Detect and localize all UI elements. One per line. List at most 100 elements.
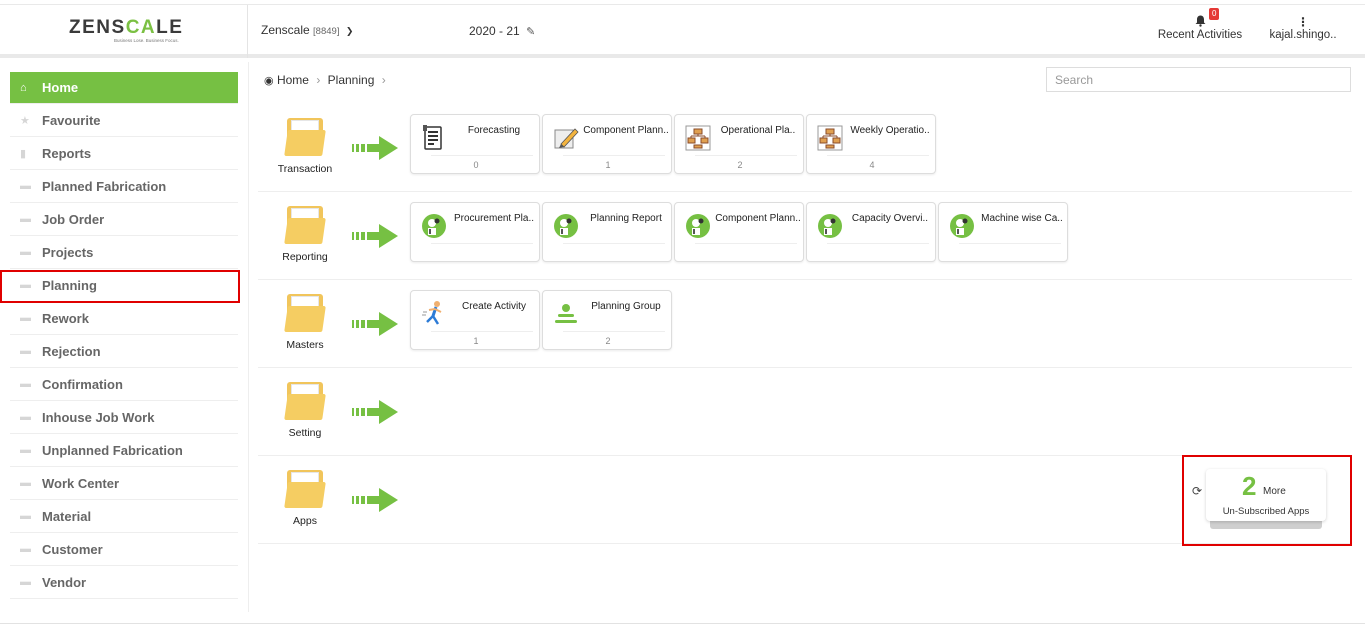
folder-icon: ▬ (20, 345, 31, 357)
tile-label: Capacity Overvi.. (851, 213, 929, 224)
folder-icon: ▬ (20, 213, 31, 225)
dashboard-icon: ◉ (264, 75, 274, 87)
tile-planning-report[interactable]: Planning Report (542, 202, 672, 262)
sidebar-item-label: Job Order (42, 211, 105, 227)
sidebar-item-rejection[interactable]: ▬ Rejection (10, 335, 238, 368)
sidebar-item-label: Unplanned Fabrication (42, 442, 183, 458)
sidebar-item-label: Customer (42, 541, 103, 557)
section-reporting: Reporting Procurement Pla.. Planning Repor… (258, 192, 1352, 280)
sidebar-item-label: Inhouse Job Work (42, 409, 155, 425)
folder-icon[interactable] (282, 294, 328, 334)
tile-procurement-pla[interactable]: Procurement Pla.. (410, 202, 540, 262)
tile-divider (827, 155, 929, 156)
tile-create-activity[interactable]: Create Activity 1 (410, 290, 540, 350)
breadcrumb-home[interactable]: Home (277, 73, 309, 87)
recent-activities-button[interactable]: 0 Recent Activities (1150, 8, 1250, 41)
home-icon: ⌂ (20, 81, 27, 94)
header-bar: ZENSCALE Business Lose. Business Focus. … (0, 5, 1365, 58)
section-transaction: Transaction Forecasting 0 Component Plann..… (258, 104, 1352, 192)
company-name: Zenscale (261, 23, 310, 37)
tile-forecasting[interactable]: Forecasting 0 (410, 114, 540, 174)
folder-icon[interactable] (282, 206, 328, 246)
tile-count: 2 (605, 336, 611, 346)
sidebar-item-rework[interactable]: ▬ Rework (10, 302, 238, 335)
tile-divider (959, 243, 1061, 244)
folder-icon[interactable] (282, 470, 328, 510)
tile-row: Create Activity 1 Planning Group 2 (410, 290, 672, 350)
tile-divider (695, 155, 797, 156)
search-input[interactable] (1046, 67, 1351, 92)
tile-component-plann[interactable]: Component Plann.. 1 (542, 114, 672, 174)
logo-tagline: Business Lose. Business Focus. (114, 38, 179, 43)
report-person-icon (685, 212, 711, 240)
tile-label: Component Plann.. (715, 213, 801, 224)
sidebar-item-customer[interactable]: ▬ Customer (10, 533, 238, 566)
section-label: Masters (286, 339, 324, 351)
tile-divider (827, 243, 929, 244)
sidebar-item-confirmation[interactable]: ▬ Confirmation (10, 368, 238, 401)
star-icon: ★ (20, 114, 30, 127)
logo-accent: CA (125, 17, 157, 38)
tile-label: Planning Group (591, 301, 661, 312)
user-menu[interactable]: ⋮ kajal.shingo.. (1265, 15, 1341, 41)
tile-label: Planning Report (590, 213, 662, 224)
tile-label: Create Activity (462, 301, 526, 312)
folder-icon: ▬ (20, 477, 31, 489)
tile-machine-wise-ca[interactable]: Machine wise Ca.. (938, 202, 1068, 262)
chevron-down-icon: ❯ (345, 26, 354, 36)
sidebar-item-job-order[interactable]: ▬ Job Order (10, 203, 238, 236)
tile-label: Procurement Pla.. (453, 213, 535, 224)
sidebar-item-work-center[interactable]: ▬ Work Center (10, 467, 238, 500)
sidebar-item-vendor[interactable]: ▬ Vendor (10, 566, 238, 599)
fiscal-year-value: 2020 - 21 (469, 24, 520, 38)
tile-count: 0 (473, 160, 479, 170)
section-label: Reporting (282, 251, 328, 263)
pencil-edit-icon (553, 124, 579, 152)
sidebar-item-projects[interactable]: ▬ Projects (10, 236, 238, 269)
sidebar-item-label: Home (42, 80, 79, 95)
edit-icon[interactable]: ✎ (526, 26, 535, 38)
sidebar-item-home[interactable]: ⌂ Home (10, 72, 238, 104)
sidebar-item-label: Planned Fabrication (42, 178, 167, 194)
folder-icon: ▬ (20, 444, 31, 456)
logo-area[interactable]: ZENSCALE Business Lose. Business Focus. (0, 5, 248, 58)
breadcrumb-current[interactable]: Planning (328, 73, 375, 87)
section-label: Transaction (277, 163, 333, 175)
sidebar: ⌂ Home ★ Favourite ▮ Reports ▬ Planned Fabri… (10, 72, 238, 599)
sidebar-item-favourite[interactable]: ★ Favourite (10, 104, 238, 137)
sidebar-item-material[interactable]: ▬ Material (10, 500, 238, 533)
tile-capacity-overvi[interactable]: Capacity Overvi.. (806, 202, 936, 262)
sidebar-item-label: Reports (42, 145, 92, 161)
tile-component-plann[interactable]: Component Plann.. (674, 202, 804, 262)
sidebar-item-planned-fabrication[interactable]: ▬ Planned Fabrication (10, 170, 238, 203)
breadcrumb-separator: › (316, 73, 321, 87)
tile-count: 2 (737, 160, 743, 170)
sidebar-item-label: Vendor (42, 574, 87, 590)
document-list-icon (421, 124, 447, 152)
arrow-right-icon (352, 222, 400, 250)
tile-operational-pla[interactable]: Operational Pla.. 2 (674, 114, 804, 174)
sidebar-item-inhouse-job-work[interactable]: ▬ Inhouse Job Work (10, 401, 238, 434)
group-icon (553, 300, 579, 328)
tile-row: Forecasting 0 Component Plann.. 1 Operationa… (410, 114, 936, 174)
flowchart-icon (685, 124, 711, 152)
fiscal-year[interactable]: 2020 - 21 ✎ (469, 24, 535, 38)
report-person-icon (421, 212, 447, 240)
report-person-icon (817, 212, 843, 240)
tile-weekly-operatio[interactable]: Weekly Operatio.. 4 (806, 114, 936, 174)
tile-planning-group[interactable]: Planning Group 2 (542, 290, 672, 350)
tile-divider (431, 243, 533, 244)
company-selector[interactable]: Zenscale [8849] ❯ (261, 23, 353, 37)
folder-icon[interactable] (282, 382, 328, 422)
folder-icon: ▬ (20, 312, 31, 324)
section-label: Apps (293, 515, 317, 527)
running-person-icon (421, 300, 447, 328)
sidebar-item-reports[interactable]: ▮ Reports (10, 137, 238, 170)
section-label: Setting (288, 427, 322, 439)
arrow-right-icon (352, 486, 400, 514)
folder-icon[interactable] (282, 118, 328, 158)
tile-divider (563, 331, 665, 332)
tile-label: Component Plann.. (583, 125, 669, 136)
tile-count: 1 (473, 336, 479, 346)
sidebar-item-unplanned-fabrication[interactable]: ▬ Unplanned Fabrication (10, 434, 238, 467)
